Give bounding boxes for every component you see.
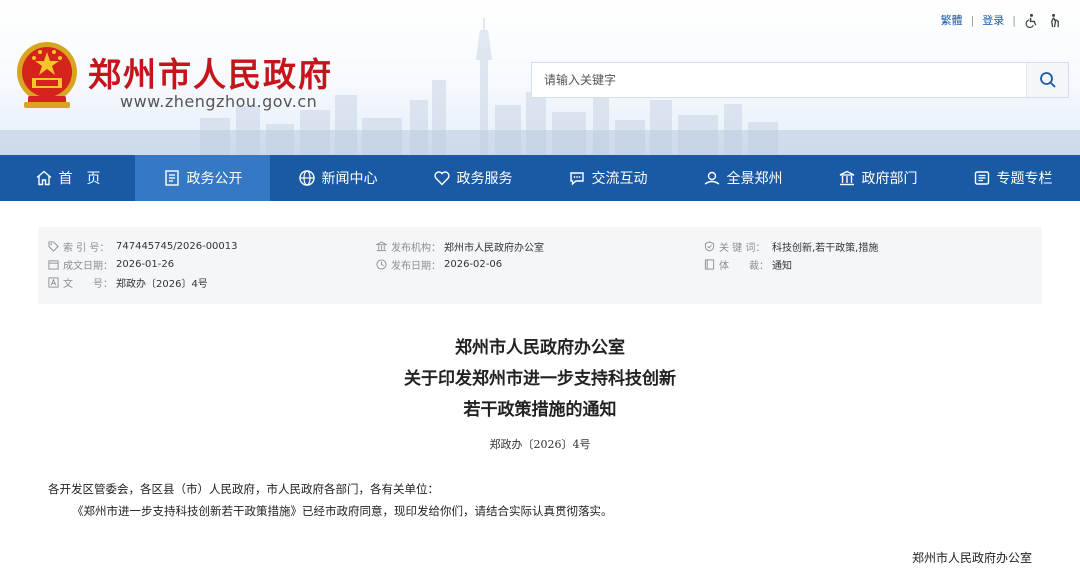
meta-keywords: 关 键 词： 科技创新,若干政策,措施: [704, 237, 878, 255]
article-signature: 郑州市人民政府办公室: [911, 551, 1032, 565]
nav-item-news-center[interactable]: 新闻中心: [270, 155, 405, 201]
article-body-paragraph: 《郑州市进一步支持科技创新若干政策措施》已经市政府同意，现印发给你们，请结合实际…: [72, 504, 613, 518]
search-button[interactable]: [1026, 63, 1068, 97]
search-input[interactable]: [532, 63, 1026, 97]
article-title-line-1: 郑州市人民政府办公室: [455, 338, 625, 358]
search-icon: [1039, 72, 1056, 88]
national-emblem-icon: [17, 42, 77, 108]
nav-item-label: 政府部门: [861, 171, 918, 187]
nav-item-panorama-zhengzhou[interactable]: 全景郑州: [675, 155, 810, 201]
elderly-mode-icon[interactable]: [1047, 13, 1062, 28]
calendar-icon: [48, 259, 59, 270]
traditional-chinese-link[interactable]: 繁體: [941, 12, 963, 28]
main-nav: 首 页 政务公开 新闻中心 政务服务 交流互动 全景郑州 政府部门 专题专栏: [0, 155, 1080, 201]
institution-icon: [376, 240, 387, 251]
tag-icon: [48, 240, 59, 252]
accessibility-icon[interactable]: [1024, 13, 1039, 28]
nav-item-interaction[interactable]: 交流互动: [540, 155, 675, 201]
article-title-line-2: 关于印发郑州市进一步支持科技创新: [404, 369, 676, 389]
site-header: 繁體 | 登录 | 郑州市人民政府 www.zhengzhou.gov.cn: [0, 0, 1080, 155]
nav-item-special-topics[interactable]: 专题专栏: [945, 155, 1080, 201]
meta-column-right: 关 键 词： 科技创新,若干政策,措施 体 裁： 通知: [704, 237, 878, 273]
meta-publish-date: 发布日期： 2026-02-06: [376, 255, 544, 273]
nav-item-label: 交流互动: [591, 171, 648, 187]
document-icon: [164, 170, 179, 186]
nav-item-home[interactable]: 首 页: [0, 155, 135, 201]
meta-index-no: 索 引 号： 747445745/2026-00013: [48, 237, 238, 255]
nav-item-gov-affairs-open[interactable]: 政务公开: [135, 155, 270, 201]
site-title[interactable]: 郑州市人民政府: [88, 48, 333, 96]
building-icon: [839, 170, 854, 186]
meta-column-middle: 发布机构： 郑州市人民政府办公室 发布日期： 2026-02-06: [376, 237, 544, 273]
article-title-line-3: 若干政策措施的通知: [463, 400, 617, 420]
nav-item-gov-services[interactable]: 政务服务: [405, 155, 540, 201]
nav-item-gov-departments[interactable]: 政府部门: [810, 155, 945, 201]
search-box: [531, 62, 1069, 98]
nav-item-label: 新闻中心: [321, 171, 378, 187]
nav-item-label: 政务公开: [186, 171, 243, 187]
nav-item-label: 专题专栏: [996, 171, 1053, 187]
topic-icon: [974, 171, 989, 185]
meta-written-date: 成文日期： 2026-01-26: [48, 255, 238, 273]
login-link[interactable]: 登录: [982, 12, 1004, 28]
nav-item-label: 政务服务: [456, 171, 513, 187]
shield-check-icon: [704, 240, 715, 252]
link-separator: |: [970, 13, 975, 27]
clock-icon: [376, 258, 387, 270]
heart-icon: [433, 171, 450, 186]
globe-icon: [298, 170, 315, 186]
link-separator: |: [1012, 13, 1016, 27]
book-icon: [704, 258, 715, 270]
nav-item-label: 全景郑州: [726, 171, 783, 187]
meta-document-number: 文 号： 郑政办〔2026〕4号: [48, 273, 238, 291]
site-url: www.zhengzhou.gov.cn: [120, 92, 318, 111]
document-meta-panel: 索 引 号： 747445745/2026-00013 成文日期： 2026-0…: [38, 227, 1042, 304]
text-icon: [48, 276, 59, 288]
chat-icon: [569, 172, 584, 186]
meta-issuing-org: 发布机构： 郑州市人民政府办公室: [376, 237, 544, 255]
top-links: 繁體 | 登录 |: [941, 12, 1062, 28]
meta-column-left: 索 引 号： 747445745/2026-00013 成文日期： 2026-0…: [48, 237, 238, 291]
home-icon: [36, 170, 51, 186]
article-document-number: 郑政办〔2026〕4号: [489, 438, 591, 451]
meta-genre: 体 裁： 通知: [704, 255, 878, 273]
panorama-icon: [704, 171, 719, 185]
nav-item-label: 首 页: [58, 171, 101, 187]
article-salutation: 各开发区管委会，各区县（市）人民政府，市人民政府各部门，各有关单位：: [48, 482, 439, 496]
